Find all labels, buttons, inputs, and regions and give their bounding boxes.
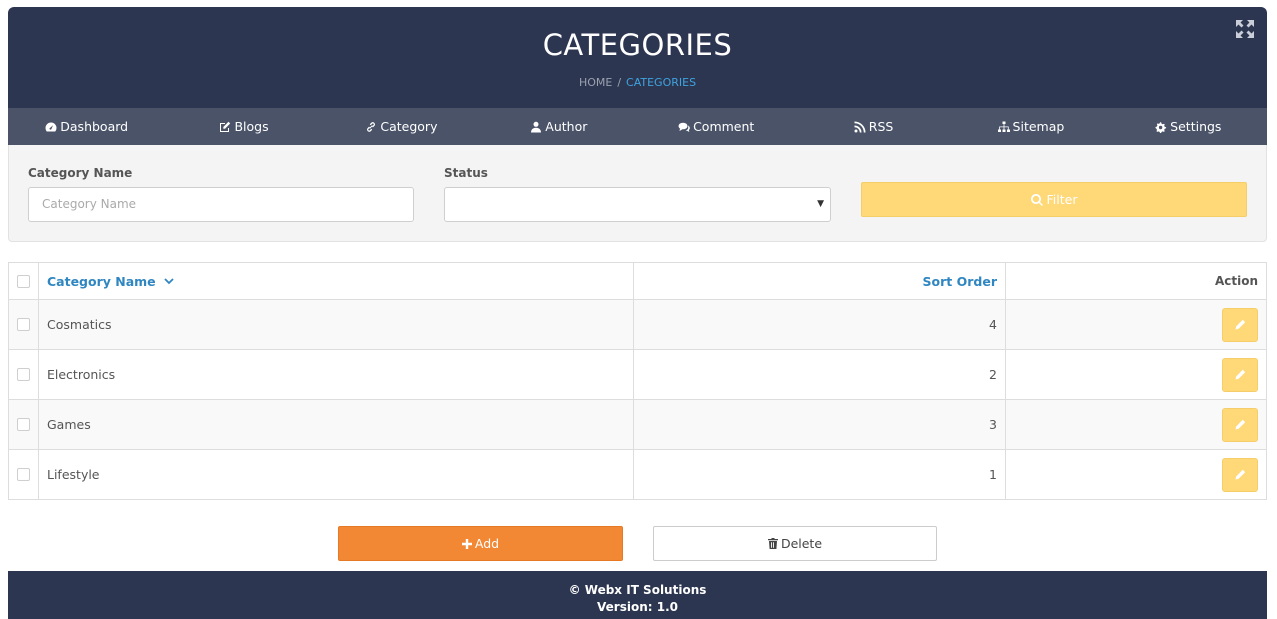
table-row: Lifestyle 1 (9, 449, 1266, 499)
column-header-sort[interactable]: Sort Order (634, 263, 1006, 299)
row-action-cell (1006, 400, 1266, 449)
nav-item-label: Category (380, 119, 438, 134)
status-select[interactable]: ▼ (444, 187, 831, 222)
row-name: Electronics (39, 350, 634, 399)
link-icon (367, 121, 376, 132)
nav-item-sitemap[interactable]: Sitemap (952, 119, 1109, 134)
nav-item-label: Comment (693, 119, 755, 134)
row-name: Games (39, 400, 634, 449)
dashboard-icon (45, 122, 57, 131)
delete-button-label: Delete (780, 536, 823, 551)
row-select-cell (9, 300, 39, 349)
breadcrumb: HOME / CATEGORIES (8, 76, 1267, 89)
caret-down-icon: ▼ (817, 199, 824, 209)
nav-item-rss[interactable]: RSS (795, 119, 952, 134)
table-header-row: Category Name Sort Order Action (9, 263, 1266, 299)
category-name-label: Category Name (28, 166, 133, 180)
row-sort-order: 3 (634, 400, 1006, 449)
chevron-down-icon (164, 278, 174, 285)
pencil-icon (1235, 469, 1245, 480)
row-checkbox[interactable] (17, 418, 30, 431)
row-select-cell (9, 450, 39, 499)
user-icon (531, 121, 542, 132)
row-name: Cosmatics (39, 300, 634, 349)
table-row: Cosmatics 4 (9, 299, 1266, 349)
row-checkbox[interactable] (17, 318, 30, 331)
breadcrumb-home[interactable]: HOME (579, 76, 612, 89)
breadcrumb-current: CATEGORIES (626, 76, 697, 89)
table-row: Games 3 (9, 399, 1266, 449)
column-header-action-label: Action (1214, 274, 1258, 288)
comments-icon (678, 122, 690, 132)
categories-table: Category Name Sort Order Action Cosmatic… (8, 262, 1267, 500)
breadcrumb-separator: / (617, 76, 622, 89)
expand-icon[interactable] (1236, 20, 1254, 38)
nav-item-label: Author (545, 119, 588, 134)
row-sort-order: 2 (634, 350, 1006, 399)
page-footer: © Webx IT Solutions Version: 1.0 (8, 571, 1267, 619)
nav-item-author[interactable]: Author (480, 119, 637, 134)
search-icon (1030, 193, 1043, 206)
delete-button[interactable]: Delete (653, 526, 937, 561)
row-action-cell (1006, 350, 1266, 399)
nav-item-label: Sitemap (1012, 119, 1065, 134)
category-name-input[interactable]: Category Name (28, 187, 414, 222)
row-sort-order: 4 (634, 300, 1006, 349)
row-select-cell (9, 400, 39, 449)
footer-copyright: © Webx IT Solutions (568, 583, 707, 597)
edit-icon (220, 121, 231, 132)
nav-item-label: Dashboard (60, 119, 129, 134)
pencil-icon (1235, 319, 1245, 330)
footer-version: Version: 1.0 (597, 600, 678, 614)
select-all-cell (9, 263, 39, 299)
plus-icon (461, 538, 472, 549)
nav-item-label: Blogs (234, 119, 269, 134)
status-label: Status (444, 166, 488, 180)
row-checkbox[interactable] (17, 468, 30, 481)
filter-button[interactable]: Filter (861, 182, 1247, 217)
column-header-name[interactable]: Category Name (39, 263, 634, 299)
column-header-name-label: Category Name (47, 273, 156, 289)
row-select-cell (9, 350, 39, 399)
nav-item-label: RSS (868, 119, 894, 134)
nav-item-settings[interactable]: Settings (1110, 119, 1267, 134)
add-button-label: Add (474, 536, 500, 551)
edit-button[interactable] (1222, 457, 1258, 492)
sitemap-icon (997, 121, 1010, 132)
page-header: CATEGORIES HOME / CATEGORIES (8, 7, 1267, 108)
page-title: CATEGORIES (542, 28, 733, 62)
trash-icon (767, 538, 778, 549)
nav-item-blogs[interactable]: Blogs (165, 119, 322, 134)
column-header-action: Action (1006, 263, 1266, 299)
nav-item-dashboard[interactable]: Dashboard (8, 119, 165, 134)
column-header-sort-label: Sort Order (922, 273, 997, 289)
pencil-icon (1235, 419, 1245, 430)
row-action-cell (1006, 450, 1266, 499)
edit-button[interactable] (1222, 357, 1258, 392)
edit-button[interactable] (1222, 307, 1258, 342)
main-nav: Dashboard Blogs Category Author Comment … (8, 108, 1267, 145)
pencil-icon (1235, 369, 1245, 380)
nav-item-label: Settings (1170, 119, 1222, 134)
category-name-placeholder: Category Name (42, 197, 137, 211)
cogs-icon (1155, 121, 1167, 133)
row-checkbox[interactable] (17, 368, 30, 381)
add-button[interactable]: Add (338, 526, 623, 561)
nav-item-category[interactable]: Category (323, 119, 480, 134)
select-all-checkbox[interactable] (17, 274, 30, 288)
row-action-cell (1006, 300, 1266, 349)
row-name: Lifestyle (39, 450, 634, 499)
filter-button-label: Filter (1046, 192, 1078, 207)
filter-panel: Category Name Category Name Status ▼ Fil… (8, 145, 1267, 242)
edit-button[interactable] (1222, 407, 1258, 442)
row-sort-order: 1 (634, 450, 1006, 499)
nav-item-comment[interactable]: Comment (638, 119, 795, 134)
rss-icon (854, 121, 866, 132)
table-row: Electronics 2 (9, 349, 1266, 399)
